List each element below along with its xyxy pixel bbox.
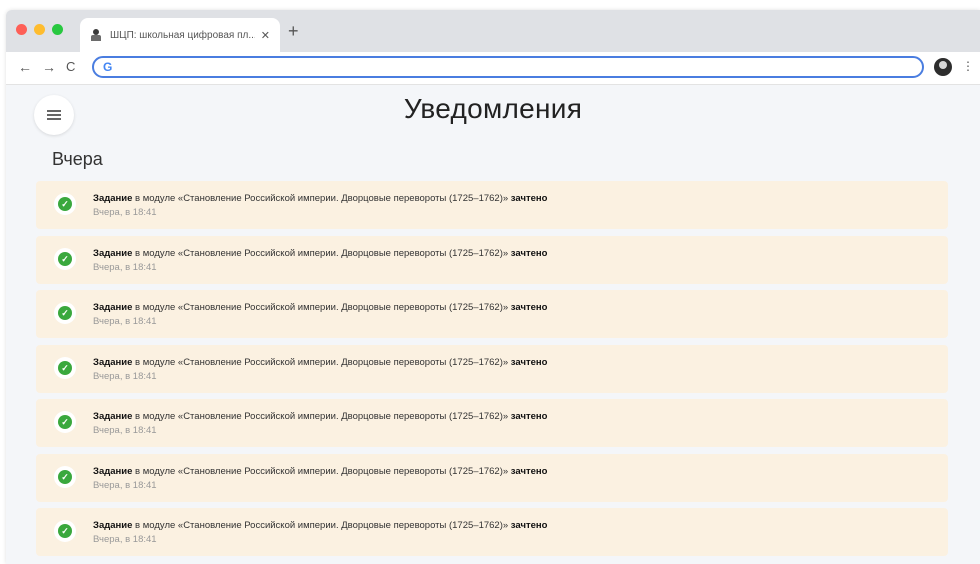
notification-item[interactable]: ✓ Задание в модуле «Становление Российско… xyxy=(36,453,948,502)
notification-time: Вчера, в 18:41 xyxy=(93,370,157,382)
check-icon: ✓ xyxy=(58,415,72,429)
maximize-window-button[interactable] xyxy=(52,24,63,35)
check-icon: ✓ xyxy=(58,524,72,538)
notification-body: в модуле «Становление Российской империи… xyxy=(132,411,511,422)
notification-time: Вчера, в 18:41 xyxy=(93,534,157,545)
google-icon: G xyxy=(103,60,113,74)
notification-time: Вчера, в 18:41 xyxy=(93,316,157,327)
notification-body: в модуле «Становление Российской империи… xyxy=(132,302,511,313)
notification-text: Задание в модуле «Становление Российской… xyxy=(93,248,547,259)
notification-text: Задание в модуле «Становление Российской… xyxy=(93,466,547,477)
notification-body: в модуле «Становление Российской империи… xyxy=(132,465,511,477)
notification-status: зачтено xyxy=(510,465,548,477)
profile-avatar[interactable] xyxy=(934,58,952,76)
notification-prefix: Задание xyxy=(93,193,133,204)
notification-status: зачтено xyxy=(510,302,548,313)
site-favicon-icon xyxy=(90,29,102,41)
tab-close-icon[interactable]: ✕ xyxy=(261,29,270,42)
notification-item[interactable]: ✓ Задание в модуле «Становление Российско… xyxy=(36,344,948,393)
notification-body: в модуле «Становление Российской империи… xyxy=(132,356,511,368)
notification-status: зачтено xyxy=(510,247,548,259)
forward-arrow-icon[interactable]: → xyxy=(42,59,56,75)
notification-time: Вчера, в 18:41 xyxy=(93,425,157,436)
browser-tab[interactable]: ШЦП: школьная цифровая пл... ✕ xyxy=(80,18,280,52)
notification-item[interactable]: ✓ Задание в модуле «Становление Российско… xyxy=(36,235,948,284)
browser-menu-icon[interactable]: ⋮ xyxy=(962,59,974,73)
check-icon: ✓ xyxy=(58,251,72,266)
new-tab-button[interactable]: + xyxy=(288,22,299,40)
notification-status: зачтено xyxy=(510,520,548,531)
notification-body: в модуле «Становление Российской империи… xyxy=(132,520,511,531)
notification-list: ✓ Задание в модуле «Становление Российско… xyxy=(36,181,948,563)
browser-toolbar: ← → C G ⋮ xyxy=(6,52,980,85)
notification-item[interactable]: ✓ Задание в модуле «Становление Российско… xyxy=(36,181,948,229)
check-icon: ✓ xyxy=(58,469,72,484)
notification-prefix: Задание xyxy=(93,520,133,531)
address-bar[interactable]: G xyxy=(92,56,924,78)
notification-body: в модуле «Становление Российской империи… xyxy=(132,193,511,204)
check-icon: ✓ xyxy=(58,360,72,375)
notification-status: зачтено xyxy=(510,193,548,204)
notification-prefix: Задание xyxy=(93,302,133,313)
notification-prefix: Задание xyxy=(93,411,133,422)
notification-prefix: Задание xyxy=(93,356,133,368)
notification-text: Задание в модуле «Становление Российской… xyxy=(93,411,547,422)
window-controls xyxy=(16,24,63,35)
browser-window: ШЦП: школьная цифровая пл... ✕ + ← → C G… xyxy=(6,10,980,564)
check-icon: ✓ xyxy=(58,306,72,320)
notification-time: Вчера, в 18:41 xyxy=(93,479,157,491)
notification-status: зачтено xyxy=(510,411,548,422)
close-window-button[interactable] xyxy=(16,24,27,35)
notification-item[interactable]: ✓ Задание в модуле «Становление Российско… xyxy=(36,399,948,447)
notification-time: Вчера, в 18:41 xyxy=(93,207,157,218)
section-title: Вчера xyxy=(52,149,103,169)
notification-prefix: Задание xyxy=(93,465,133,477)
notification-status: зачтено xyxy=(510,356,548,368)
notification-text: Задание в модуле «Становление Российской… xyxy=(93,302,547,313)
notification-item[interactable]: ✓ Задание в модуле «Становление Российско… xyxy=(36,508,948,556)
check-icon: ✓ xyxy=(58,197,72,211)
minimize-window-button[interactable] xyxy=(34,24,45,35)
page-content: Уведомления Вчера ✓ Задание в модуле «Ста… xyxy=(6,85,980,564)
reload-icon[interactable]: C xyxy=(66,59,75,75)
notification-time: Вчера, в 18:41 xyxy=(93,261,157,273)
notification-item[interactable]: ✓ Задание в модуле «Становление Российско… xyxy=(36,290,948,338)
notification-text: Задание в модуле «Становление Российской… xyxy=(93,357,547,368)
notification-text: Задание в модуле «Становление Российской… xyxy=(93,520,547,531)
notification-text: Задание в модуле «Становление Российской… xyxy=(93,193,547,204)
back-arrow-icon[interactable]: ← xyxy=(18,59,32,75)
tab-bar: ШЦП: школьная цифровая пл... ✕ + xyxy=(6,10,980,52)
tab-title: ШЦП: школьная цифровая пл... xyxy=(110,29,255,41)
notification-prefix: Задание xyxy=(93,247,133,259)
page-title: Уведомления xyxy=(403,93,583,124)
notification-body: в модуле «Становление Российской империи… xyxy=(132,247,511,259)
